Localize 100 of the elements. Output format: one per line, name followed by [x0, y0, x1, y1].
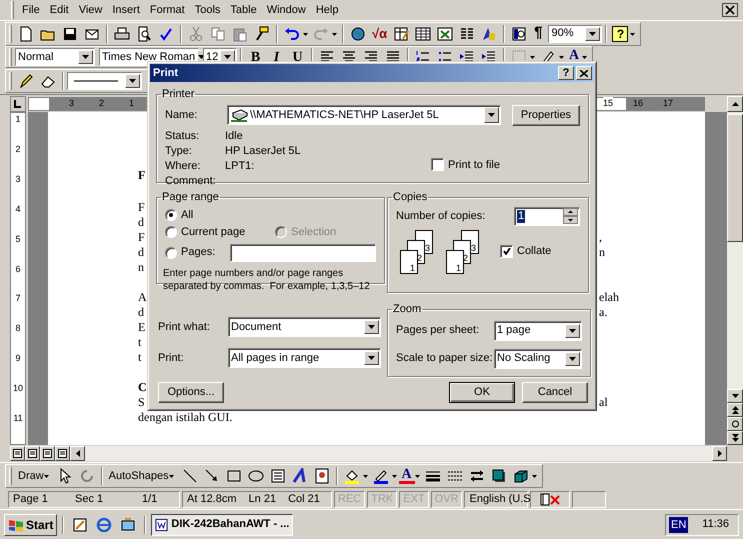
cube-icon[interactable] [512, 468, 529, 484]
help-button[interactable]: ? [612, 26, 628, 42]
radio-button[interactable] [165, 209, 177, 221]
drawing-icon[interactable] [481, 26, 498, 42]
format-painter-icon[interactable] [254, 26, 270, 42]
channels-icon[interactable] [120, 516, 136, 532]
scroll-right-button[interactable] [712, 446, 727, 461]
print-layout-icon[interactable] [43, 449, 52, 458]
close-icon[interactable] [580, 70, 588, 76]
start-button[interactable]: Start [4, 514, 58, 536]
show-hide-button[interactable]: ¶ [534, 22, 542, 45]
arrow-style-icon[interactable] [468, 468, 485, 484]
language-indicator[interactable]: EN [669, 516, 688, 532]
dropdown-arrow-icon[interactable] [368, 325, 375, 329]
menu-item[interactable]: Edit [44, 2, 74, 18]
menu-item[interactable]: Insert [107, 2, 145, 18]
font-color-button[interactable]: A [398, 468, 415, 484]
insert-table-icon[interactable] [415, 26, 432, 42]
fill-color-icon[interactable] [344, 468, 360, 484]
vertical-scrollbar[interactable] [727, 112, 743, 445]
previous-page-icon[interactable] [732, 406, 738, 414]
radio-button[interactable] [165, 226, 177, 238]
menu-item[interactable]: Tools [190, 2, 226, 18]
spelling-check-icon[interactable] [158, 26, 174, 42]
dialog-button[interactable]: Options... [158, 382, 224, 403]
dropdown-arrow-icon[interactable] [569, 356, 576, 360]
columns-icon[interactable] [459, 26, 476, 42]
left-arrow-icon[interactable] [76, 450, 80, 457]
printer-name-dropdown[interactable]: \\MATHEMATICS-NET\HP LaserJet 5L [227, 105, 501, 125]
scale-dropdown[interactable]: No Scaling [494, 348, 582, 368]
line-color-icon[interactable] [372, 468, 389, 484]
style-dropdown[interactable]: Normal [15, 48, 95, 66]
normal-view-icon[interactable] [13, 449, 22, 458]
draw-menu-button[interactable]: Draw [15, 468, 54, 484]
dropdown-arrow-icon[interactable] [129, 79, 136, 83]
clip-art-icon[interactable] [314, 468, 330, 484]
tables-and-borders-icon[interactable] [393, 26, 410, 42]
pages-per-sheet-dropdown[interactable]: 1 page [494, 320, 582, 340]
next-page-button[interactable] [727, 431, 743, 445]
horizontal-scrollbar[interactable] [85, 446, 712, 461]
dropdown-arrow-icon[interactable] [82, 55, 89, 59]
previous-page-button[interactable] [727, 403, 743, 417]
desktop-icon[interactable] [72, 516, 88, 532]
checkbox-label[interactable]: Print to file [448, 156, 500, 173]
dropdown-arrow-icon[interactable] [488, 113, 495, 117]
tab-selector-icon[interactable] [10, 96, 26, 112]
menu-item[interactable]: Table [225, 2, 262, 18]
spin-down-icon[interactable] [563, 216, 578, 224]
radio-label[interactable]: Pages: [181, 244, 216, 261]
radio-label[interactable]: Current page [181, 224, 246, 240]
scroll-down-button[interactable] [727, 389, 743, 403]
taskbar-button[interactable]: DIK-242BahanAWT - ... [151, 514, 294, 536]
arrow-icon[interactable] [204, 468, 220, 484]
menu-item[interactable]: File [17, 2, 45, 18]
collate-checkbox[interactable] [500, 245, 513, 258]
shadow-icon[interactable] [490, 468, 507, 484]
print-to-file-checkbox[interactable] [431, 158, 444, 172]
browser-icon[interactable] [96, 516, 112, 532]
print-icon[interactable] [114, 26, 130, 42]
equation-button[interactable]: √α [372, 24, 388, 44]
up-arrow-icon[interactable] [732, 102, 738, 106]
browse-object-button[interactable] [727, 417, 743, 431]
zoom-dropdown[interactable]: 90% [548, 24, 602, 42]
dropdown-arrow-icon[interactable] [569, 328, 576, 332]
globe-icon[interactable] [350, 26, 366, 42]
close-icon[interactable] [722, 3, 738, 17]
print-range-dropdown[interactable]: All pages in range [228, 348, 381, 368]
checkbox-label[interactable]: Collate [517, 243, 552, 260]
radio-button[interactable] [165, 246, 177, 258]
wordart-icon[interactable] [292, 468, 308, 484]
web-layout-icon[interactable] [28, 449, 37, 458]
pencil-icon[interactable] [18, 73, 34, 89]
scroll-down-icon[interactable] [732, 392, 738, 400]
new-document-icon[interactable] [18, 26, 34, 42]
menu-item[interactable]: Help [310, 2, 344, 18]
print-preview-icon[interactable] [136, 26, 152, 42]
help-button[interactable]: ? [558, 66, 574, 80]
menu-item[interactable]: Window [262, 2, 311, 18]
spin-up-icon[interactable] [563, 208, 578, 216]
dialog-button[interactable]: Cancel [522, 382, 588, 403]
oval-icon[interactable] [248, 468, 264, 484]
language-status[interactable]: English (U.S [469, 490, 531, 508]
dropdown-arrow-icon[interactable] [368, 356, 375, 360]
spelling-status-icon[interactable] [539, 492, 562, 506]
document-map-icon[interactable] [511, 26, 528, 42]
copies-spinner[interactable]: 1 [514, 206, 580, 226]
line-style-dropdown[interactable] [67, 72, 142, 90]
menu-item[interactable]: View [74, 2, 108, 18]
print-what-dropdown[interactable]: Document [228, 317, 381, 337]
copy-icon[interactable] [210, 26, 226, 42]
scroll-up-button[interactable] [727, 96, 743, 112]
insert-spreadsheet-icon[interactable] [437, 26, 454, 42]
paste-icon[interactable] [232, 26, 248, 42]
right-arrow-icon[interactable] [718, 450, 722, 457]
dropdown-arrow-icon[interactable] [589, 32, 596, 36]
scroll-left-button[interactable] [70, 446, 85, 461]
cut-icon[interactable] [188, 26, 204, 42]
save-icon[interactable] [62, 26, 78, 42]
pages-field[interactable] [230, 244, 376, 262]
menu-item[interactable]: Format [144, 2, 190, 18]
